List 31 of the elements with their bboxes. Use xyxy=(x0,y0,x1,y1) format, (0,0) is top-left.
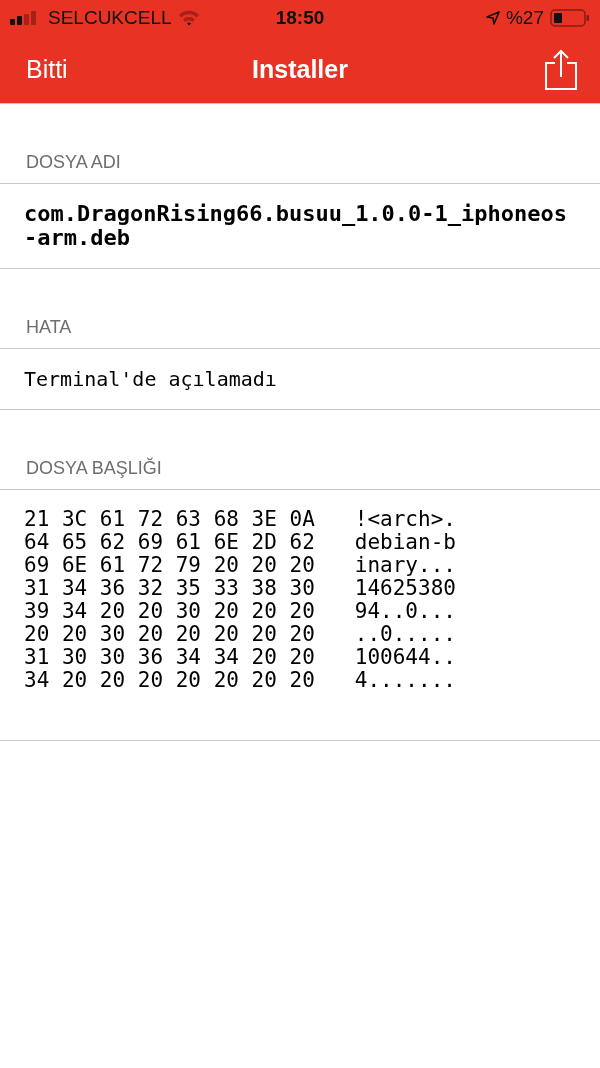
hex-bytes: 31 34 36 32 35 33 38 30 xyxy=(24,577,315,600)
hex-bytes: 69 6E 61 72 79 20 20 20 xyxy=(24,554,315,577)
battery-percent: %27 xyxy=(505,7,544,29)
share-icon xyxy=(544,48,578,91)
clock-time: 18:50 xyxy=(274,7,326,29)
ascii-text: debian-b xyxy=(354,531,456,554)
wifi-icon xyxy=(177,10,200,26)
hex-bytes: 31 30 30 36 34 34 20 20 xyxy=(24,646,315,669)
ascii-text: 100644.. xyxy=(354,646,456,669)
hex-bytes: 20 20 30 20 20 20 20 20 xyxy=(24,623,315,646)
ascii-text: ..0..... xyxy=(354,623,456,646)
section-header: DOSYA ADI xyxy=(0,152,600,184)
carrier-name: SELCUKCELL xyxy=(48,7,172,29)
ascii-text: inary... xyxy=(354,554,456,577)
done-button[interactable]: Bitti xyxy=(26,55,68,84)
share-button[interactable] xyxy=(544,48,578,91)
section-header: DOSYA BAŞLIĞI xyxy=(0,458,600,490)
ascii-text: 94..0... xyxy=(354,600,456,623)
ascii-text: !<arch>. xyxy=(354,508,456,531)
hex-bytes: 34 20 20 20 20 20 20 20 xyxy=(24,669,315,692)
field-value: Terminal'de açılamadı xyxy=(24,367,278,391)
hex-bytes: 21 3C 61 72 63 68 3E 0A xyxy=(24,508,315,531)
hex-bytes: 39 34 20 20 30 20 20 20 xyxy=(24,600,315,623)
ascii-text: 14625380 xyxy=(354,577,456,600)
nav-title: Installer xyxy=(252,55,348,84)
section-header: HATA xyxy=(0,317,600,349)
battery-icon xyxy=(550,9,590,27)
location-arrow-icon xyxy=(485,11,500,25)
ascii-text: 4....... xyxy=(354,669,456,692)
field-value: com.DragonRising66.busuu_1.0.0-1_iphoneos-arm.deb xyxy=(24,202,569,250)
hex-bytes: 64 65 62 69 61 6E 2D 62 xyxy=(24,531,315,554)
